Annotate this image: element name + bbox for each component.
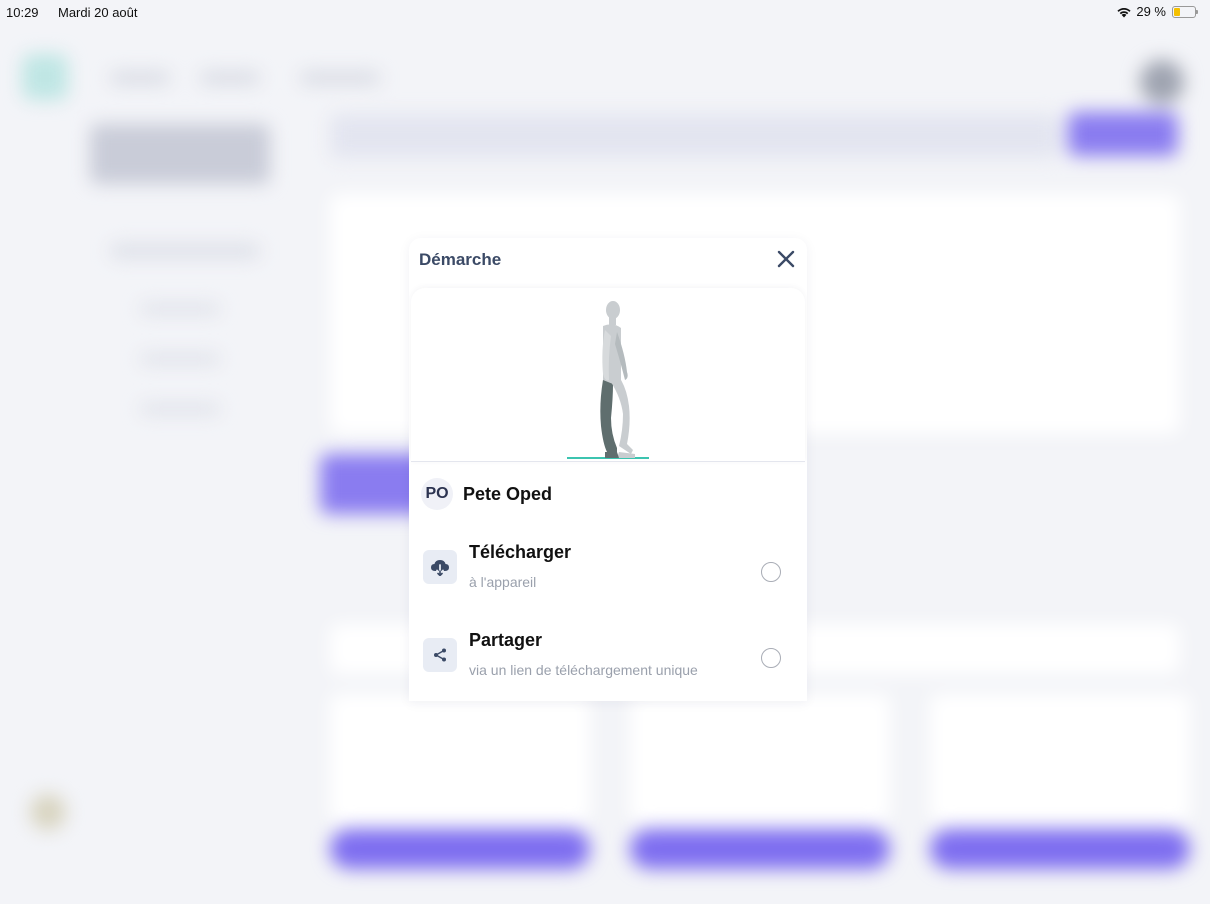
- download-option[interactable]: Télécharger à l'appareil: [423, 542, 795, 604]
- close-button[interactable]: [773, 246, 799, 272]
- avatar: PO: [421, 478, 453, 510]
- share-subtitle: via un lien de téléchargement unique: [469, 662, 698, 678]
- download-radio[interactable]: [761, 562, 781, 582]
- share-radio[interactable]: [761, 648, 781, 668]
- download-icon-tile: [423, 550, 457, 584]
- patient-name: Pete Oped: [463, 483, 553, 504]
- download-title: Télécharger: [469, 542, 572, 562]
- modal-overlay: Démarche PO Pete Oped Télécharger à l'ap…: [0, 0, 1210, 904]
- cloud-download-icon: [431, 560, 449, 576]
- modal-title: Démarche: [419, 250, 502, 269]
- share-title: Partager: [469, 630, 543, 650]
- share-option[interactable]: Partager via un lien de téléchargement u…: [423, 630, 795, 692]
- walking-person-figure: [567, 301, 649, 459]
- export-modal: Démarche PO Pete Oped Télécharger à l'ap…: [409, 238, 807, 701]
- gait-preview-card: [411, 288, 805, 462]
- patient-row: PO Pete Oped: [421, 478, 552, 510]
- close-icon: [777, 250, 795, 268]
- share-icon-tile: [423, 638, 457, 672]
- share-icon: [434, 648, 446, 662]
- download-subtitle: à l'appareil: [469, 574, 537, 590]
